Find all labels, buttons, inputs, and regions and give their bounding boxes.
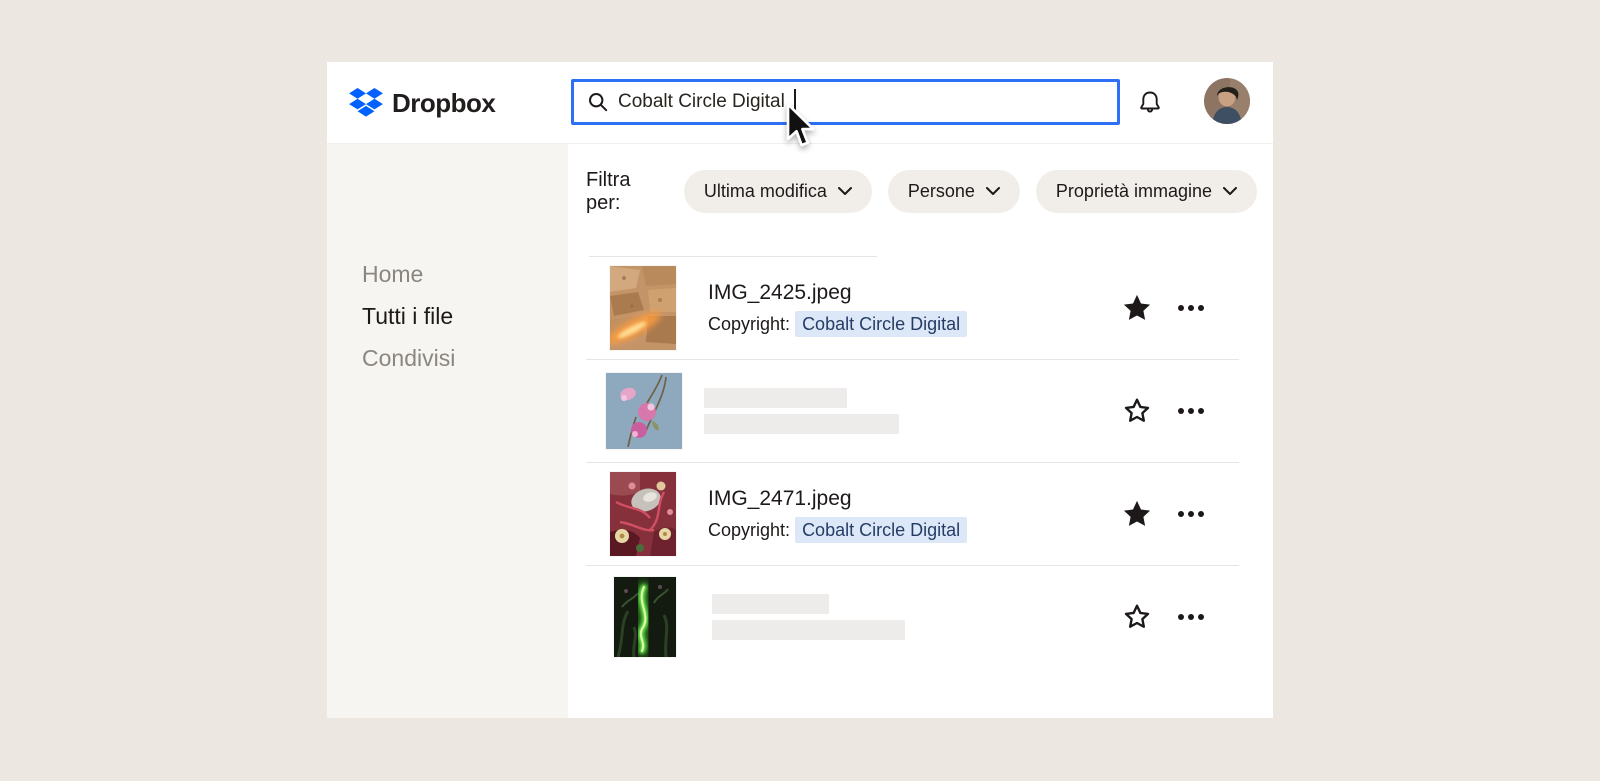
more-options-button[interactable]: [1171, 290, 1211, 326]
placeholder-bar: [704, 414, 899, 434]
filter-chip-image-properties[interactable]: Proprietà immagine: [1036, 170, 1257, 213]
chevron-down-icon: [838, 187, 852, 196]
placeholder-bar: [712, 594, 829, 614]
star-outline-icon: [1122, 602, 1152, 632]
star-outline-icon: [1122, 396, 1152, 426]
star-button[interactable]: [1119, 393, 1155, 429]
file-info: IMG_2425.jpeg Copyright: Cobalt Circle D…: [708, 281, 1119, 335]
app-body: Home Tutti i file Condivisi Filtra per: …: [327, 144, 1273, 718]
file-name: IMG_2425.jpeg: [708, 281, 1119, 305]
thumbnail-image[interactable]: [614, 577, 676, 657]
copyright-match-highlight: Cobalt Circle Digital: [795, 311, 967, 337]
dropbox-logo[interactable]: Dropbox: [349, 62, 495, 144]
more-options-button[interactable]: [1171, 599, 1211, 635]
placeholder-text: [712, 594, 1119, 640]
file-name: IMG_2471.jpeg: [708, 487, 1119, 511]
user-avatar[interactable]: [1204, 78, 1250, 124]
chevron-down-icon: [1223, 187, 1237, 196]
chip-label: Persone: [908, 181, 975, 202]
bell-icon: [1135, 88, 1165, 118]
sidebar-item-home[interactable]: Home: [362, 253, 568, 295]
filter-chip-last-modified[interactable]: Ultima modifica: [684, 170, 872, 213]
placeholder-text: [704, 388, 1119, 434]
thumbnail-image[interactable]: [610, 472, 676, 556]
copyright-label: Copyright:: [708, 520, 790, 540]
thumbnail-image[interactable]: [610, 266, 676, 350]
page-background: Dropbox Cobalt Circle Digital: [0, 0, 1600, 781]
thumbnail-cell: [610, 266, 708, 350]
filter-chip-people[interactable]: Persone: [888, 170, 1020, 213]
search-results-list: IMG_2425.jpeg Copyright: Cobalt Circle D…: [586, 256, 1239, 668]
file-copyright-line: Copyright: Cobalt Circle Digital: [708, 520, 1119, 541]
notifications-button[interactable]: [1135, 88, 1165, 118]
text-caret: [794, 89, 796, 115]
chevron-down-icon: [986, 187, 1000, 196]
file-copyright-line: Copyright: Cobalt Circle Digital: [708, 314, 1119, 335]
thumbnail-cell: [614, 577, 712, 657]
sidebar-item-all-files[interactable]: Tutti i file: [362, 295, 568, 337]
main-content: Filtra per: Ultima modifica Persone Prop…: [568, 144, 1273, 718]
filter-label: Filtra per:: [586, 169, 666, 215]
ellipsis-icon: [1178, 408, 1184, 414]
avatar-photo: [1204, 78, 1250, 124]
thumbnail-cell: [606, 373, 704, 449]
more-options-button[interactable]: [1171, 496, 1211, 532]
file-row-img-2425[interactable]: IMG_2425.jpeg Copyright: Cobalt Circle D…: [586, 256, 1239, 359]
search-icon: [588, 92, 608, 112]
sidebar-item-shared[interactable]: Condivisi: [362, 337, 568, 379]
filter-bar: Filtra per: Ultima modifica Persone Prop…: [586, 170, 1273, 213]
placeholder-bar: [712, 620, 905, 640]
dropbox-logo-icon: [349, 88, 383, 119]
chip-label: Ultima modifica: [704, 181, 827, 202]
dropbox-app-window: Dropbox Cobalt Circle Digital: [327, 62, 1273, 718]
star-filled-icon: [1121, 498, 1153, 530]
thumbnail-image[interactable]: [606, 373, 682, 449]
copyright-match-highlight: Cobalt Circle Digital: [795, 517, 967, 543]
star-button[interactable]: [1119, 599, 1155, 635]
logo-wordmark: Dropbox: [392, 88, 495, 119]
thumbnail-cell: [610, 472, 708, 556]
file-row-img-2471[interactable]: IMG_2471.jpeg Copyright: Cobalt Circle D…: [586, 462, 1239, 565]
chip-label: Proprietà immagine: [1056, 181, 1212, 202]
ellipsis-icon: [1178, 511, 1184, 517]
placeholder-bar: [704, 388, 847, 408]
more-options-button[interactable]: [1171, 393, 1211, 429]
search-input[interactable]: Cobalt Circle Digital: [571, 79, 1120, 125]
sidebar: Home Tutti i file Condivisi: [327, 144, 568, 718]
file-row-placeholder[interactable]: [586, 359, 1239, 462]
app-header: Dropbox Cobalt Circle Digital: [327, 62, 1273, 144]
star-filled-icon: [1121, 292, 1153, 324]
ellipsis-icon: [1178, 614, 1184, 620]
star-button[interactable]: [1119, 290, 1155, 326]
ellipsis-icon: [1178, 305, 1184, 311]
file-row-placeholder[interactable]: [586, 565, 1239, 668]
copyright-label: Copyright:: [708, 314, 790, 334]
search-query-text: Cobalt Circle Digital: [618, 91, 785, 113]
file-info: IMG_2471.jpeg Copyright: Cobalt Circle D…: [708, 487, 1119, 541]
star-button[interactable]: [1119, 496, 1155, 532]
